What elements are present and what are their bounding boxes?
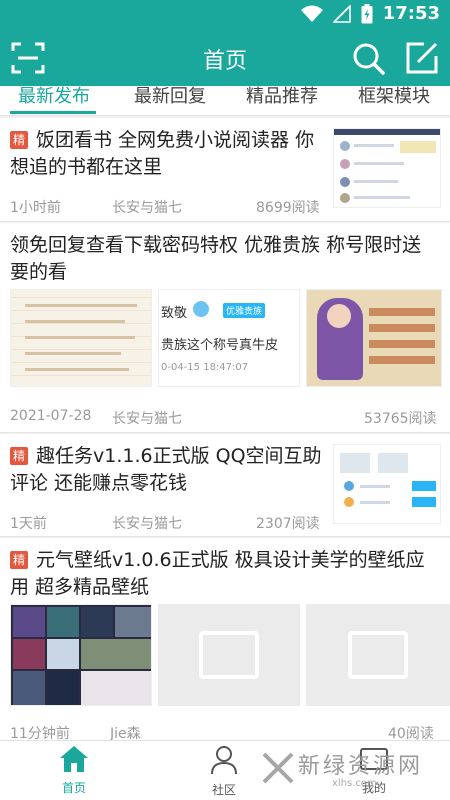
post-card[interactable]: 精元气壁纸v1.0.6正式版 极具设计美学的壁纸应用 超多精品壁纸 11分钟前 … — [0, 538, 450, 742]
tab-latest[interactable]: 最新发布 — [18, 86, 90, 108]
tab-indicator — [10, 111, 96, 114]
post-card[interactable]: 领免回复查看下载密码特权 优雅贵族 称号限时送 要的看 致敬 优雅贵族 贵族这个… — [0, 223, 450, 433]
post-thumbnail[interactable] — [333, 128, 441, 208]
post-views: 8699阅读 — [256, 200, 320, 216]
tab-recommended[interactable]: 精品推荐 — [246, 86, 318, 108]
nav-community[interactable]: 社区 — [184, 745, 264, 798]
post-time: 2021-07-28 — [10, 408, 92, 424]
featured-badge: 精 — [10, 131, 28, 149]
comment-tag: 优雅贵族 — [223, 303, 266, 318]
post-views: 2307阅读 — [256, 516, 320, 532]
signal-icon — [332, 4, 351, 23]
person-icon — [211, 746, 237, 775]
watermark: 新绿资源网 xlhs.com — [262, 748, 434, 792]
nav-community-label: 社区 — [211, 783, 236, 797]
post-author[interactable]: 长安与猫七 — [112, 513, 182, 533]
comment-text: 贵族这个称号真牛皮 — [161, 338, 279, 353]
wifi-icon — [300, 5, 323, 22]
app-bar: 首页 — [0, 30, 450, 86]
tab-framework-modules[interactable]: 框架模块 — [358, 86, 430, 108]
image-placeholder-icon[interactable] — [306, 604, 450, 706]
post-image-comment[interactable]: 致敬 优雅贵族 贵族这个称号真牛皮 0-04-15 18:47:07 — [158, 289, 300, 387]
post-title[interactable]: 精元气壁纸v1.0.6正式版 极具设计美学的壁纸应用 超多精品壁纸 — [10, 547, 440, 601]
post-image-game[interactable] — [306, 289, 442, 387]
tab-latest-replies[interactable]: 最新回复 — [134, 86, 206, 108]
clock: 17:53 — [382, 3, 440, 24]
post-image-wallpapers[interactable] — [10, 604, 152, 706]
search-icon[interactable] — [350, 40, 386, 76]
post-views: 53765阅读 — [364, 411, 437, 427]
post-title[interactable]: 精趣任务v1.1.6正式版 QQ空间互助 评论 还能赚点零花钱 — [10, 443, 325, 497]
comment-date: 0-04-15 18:47:07 — [161, 362, 249, 373]
post-time: 1天前 — [10, 516, 47, 532]
post-card[interactable]: 精饭团看书 全网免费小说阅读器 你想追的书都在这里 1小时前 长安与猫七 869… — [0, 118, 450, 222]
watermark-logo-icon — [262, 752, 294, 784]
watermark-subtitle: xlhs.com — [332, 778, 377, 789]
post-card[interactable]: 精趣任务v1.1.6正式版 QQ空间互助 评论 还能赚点零花钱 1天前 长安与猫… — [0, 434, 450, 537]
post-time: 1小时前 — [10, 200, 61, 216]
image-placeholder-icon[interactable] — [158, 604, 300, 706]
nav-home-label: 首页 — [61, 781, 86, 795]
watermark-title: 新绿资源网 — [298, 754, 424, 779]
post-thumbnail[interactable] — [333, 444, 441, 524]
featured-badge: 精 — [10, 551, 28, 569]
post-author[interactable]: 长安与猫七 — [112, 408, 182, 428]
nav-home[interactable]: 首页 — [34, 745, 114, 796]
post-title[interactable]: 精饭团看书 全网免费小说阅读器 你想追的书都在这里 — [10, 127, 325, 181]
comment-username: 致敬 — [161, 306, 188, 321]
home-icon — [60, 746, 88, 772]
battery-icon — [361, 3, 373, 23]
status-bar: 17:53 — [0, 0, 450, 30]
post-title[interactable]: 领免回复查看下载密码特权 优雅贵族 称号限时送 要的看 — [10, 232, 440, 286]
tab-bar: 最新发布 最新回复 精品推荐 框架模块 — [0, 86, 450, 116]
post-image-note[interactable] — [10, 289, 152, 387]
post-author[interactable]: 长安与猫七 — [112, 197, 182, 217]
compose-icon[interactable] — [404, 40, 440, 76]
featured-badge: 精 — [10, 447, 28, 465]
